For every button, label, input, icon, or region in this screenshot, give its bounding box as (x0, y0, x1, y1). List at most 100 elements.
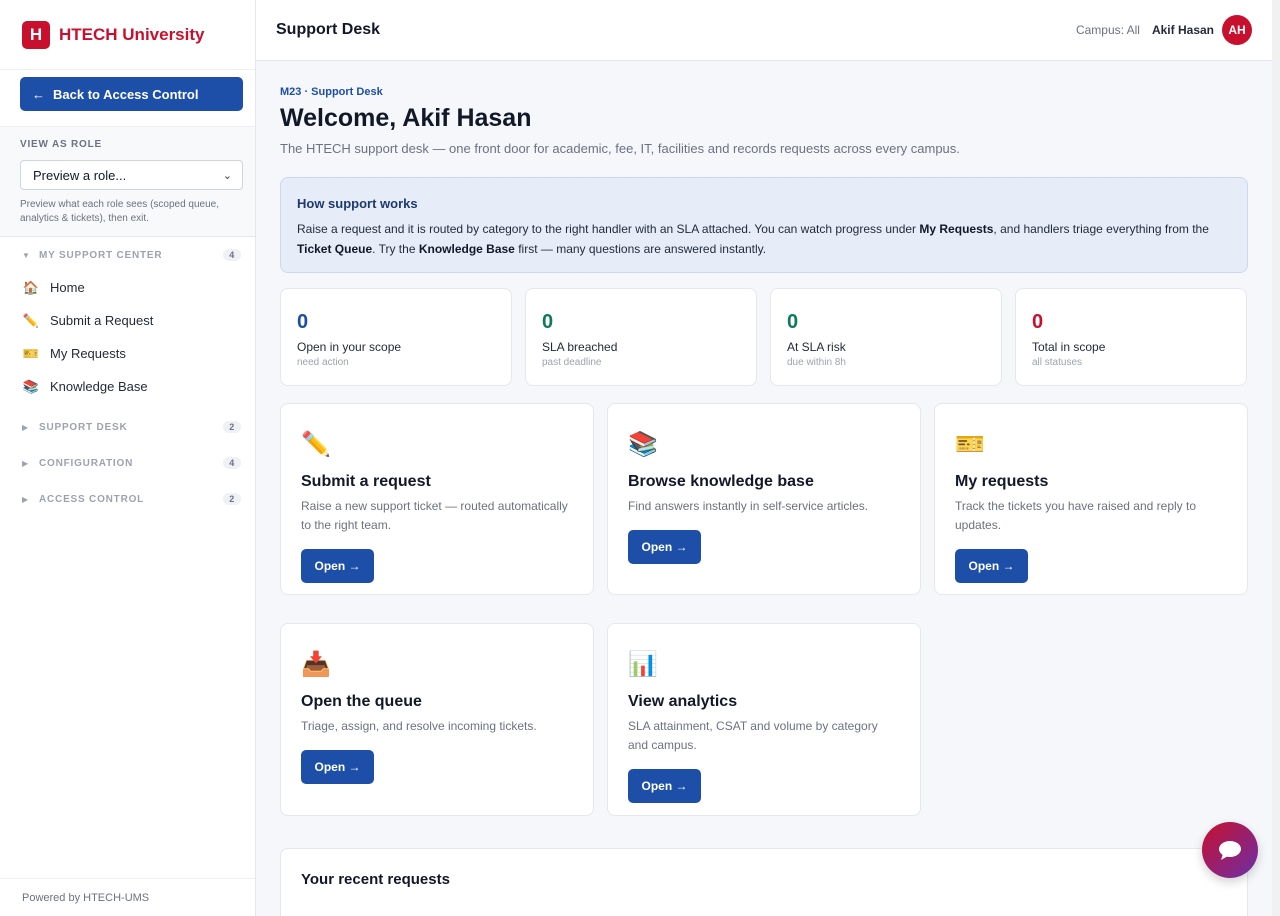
card-title: Browse knowledge base (628, 473, 814, 490)
card-desc: Triage, assign, and resolve incoming tic… (301, 719, 537, 733)
card-title: View analytics (628, 693, 738, 710)
nav-group-label: SUPPORT DESK (39, 421, 128, 433)
nav-group-support-desk[interactable]: ▶ SUPPORT DESK 2 (0, 409, 255, 445)
house-icon: 🏠 (22, 279, 40, 295)
welcome-subtitle: The HTECH support desk — one front door … (280, 141, 960, 156)
stat-label: Total in scope (1032, 340, 1106, 354)
nav-group-configuration[interactable]: ▶ CONFIGURATION 4 (0, 445, 255, 481)
info-bold-knowledge-base: Knowledge Base (418, 242, 515, 256)
ticket-icon: 🎫 (22, 345, 40, 361)
count-badge: 2 (223, 421, 241, 433)
stat-sub: all statuses (1032, 357, 1083, 368)
caret-right-icon: ▶ (22, 458, 29, 468)
card-knowledge-base: 📚 Browse knowledge base Find answers ins… (607, 403, 921, 595)
stat-card-sla-risk: 0 At SLA risk due within 8h (770, 288, 1002, 386)
sidebar-item-label: My Requests (50, 346, 126, 361)
sidebar-footer: Powered by HTECH-UMS (0, 878, 255, 916)
sidebar-item-label: Submit a Request (50, 313, 154, 328)
card-my-requests: 🎫 My requests Track the tickets you have… (934, 403, 1248, 595)
info-bold-my-requests: My Requests (919, 222, 994, 236)
stats-row: 0 Open in your scope need action 0 SLA b… (280, 288, 1248, 386)
brand-name: HTECH University (59, 24, 205, 44)
info-title: How support works (297, 196, 418, 211)
brand-logo: H (22, 20, 50, 49)
chat-bubble-icon (1219, 841, 1241, 860)
chat-button[interactable] (1202, 822, 1258, 878)
topbar: Support Desk Campus: All Akif Hasan AH (256, 0, 1272, 61)
avatar[interactable]: AH (1222, 15, 1252, 45)
open-button[interactable]: Open → (301, 549, 374, 583)
stat-label: At SLA risk (787, 340, 846, 354)
stat-value: 0 (1032, 311, 1044, 333)
info-text-part: Raise a request and it is routed by cate… (297, 222, 920, 236)
topbar-right: Campus: All Akif Hasan AH (1076, 15, 1252, 45)
books-icon: 📚 (628, 431, 658, 458)
stat-label: Open in your scope (297, 340, 402, 354)
card-title: Open the queue (301, 693, 422, 710)
how-support-works-panel: How support works Raise a request and it… (280, 177, 1248, 273)
stat-label: SLA breached (542, 340, 618, 354)
inbox-icon: 📥 (301, 651, 331, 678)
back-to-access-control-button[interactable]: ← Back to Access Control (20, 77, 243, 111)
sidebar-item-my-requests[interactable]: 🎫 My Requests (0, 337, 255, 370)
sidebar-item-submit-request[interactable]: ✏️ Submit a Request (0, 304, 255, 337)
role-select-value: Preview a role... (33, 167, 127, 183)
card-desc: SLA attainment, CSAT and volume by categ… (628, 719, 878, 752)
info-bold-ticket-queue: Ticket Queue (297, 242, 373, 256)
sidebar-item-label: Home (50, 280, 85, 295)
view-as-role-section: VIEW AS ROLE Preview a role... ⌄ Preview… (0, 126, 255, 237)
stat-card-total: 0 Total in scope all statuses (1015, 288, 1247, 386)
open-button[interactable]: Open → (955, 549, 1028, 583)
stat-value: 0 (542, 311, 554, 333)
sidebar-item-knowledge-base[interactable]: 📚 Knowledge Base (0, 370, 255, 403)
recent-requests-title: Your recent requests (301, 871, 450, 888)
count-badge: 4 (223, 249, 241, 261)
info-text-part: first — many questions are answered inst… (514, 242, 767, 256)
nav-group-access-control[interactable]: ▶ ACCESS CONTROL 2 (0, 481, 255, 517)
sidebar-item-home[interactable]: 🏠 Home (0, 271, 255, 304)
nav-group-label: MY SUPPORT CENTER (39, 249, 163, 261)
stat-sub: due within 8h (787, 357, 846, 368)
caret-down-icon: ▼ (22, 250, 31, 260)
page-title: Support Desk (276, 21, 381, 38)
pencil-icon: ✏️ (22, 312, 40, 328)
ticket-icon: 🎫 (955, 431, 985, 458)
back-wrap: ← Back to Access Control (0, 70, 255, 126)
caret-right-icon: ▶ (22, 494, 29, 504)
action-cards: ✏️ Submit a request Raise a new support … (280, 403, 1248, 816)
stat-card-open: 0 Open in your scope need action (280, 288, 512, 386)
role-select[interactable]: Preview a role... ⌄ (20, 160, 243, 190)
count-badge: 4 (223, 457, 241, 469)
breadcrumb: M23 · Support Desk (280, 86, 383, 98)
stat-sub: need action (297, 357, 349, 368)
nav-group-label: CONFIGURATION (39, 457, 134, 469)
sidebar-item-label: Knowledge Base (50, 379, 148, 394)
welcome-heading: Welcome, Akif Hasan (280, 104, 532, 132)
bar-chart-icon: 📊 (628, 651, 658, 678)
brand[interactable]: H HTECH University (0, 0, 255, 70)
scrollbar[interactable] (1272, 0, 1280, 916)
card-desc: Find answers instantly in self-service a… (628, 499, 869, 513)
nav-group-label: ACCESS CONTROL (39, 493, 145, 505)
card-open-queue: 📥 Open the queue Triage, assign, and res… (280, 623, 594, 816)
card-desc: Raise a new support ticket — routed auto… (301, 499, 568, 532)
info-text: Raise a request and it is routed by cate… (297, 219, 1231, 259)
info-text-part: . Try the (372, 242, 419, 256)
card-submit-request: ✏️ Submit a request Raise a new support … (280, 403, 594, 595)
user-name[interactable]: Akif Hasan (1152, 23, 1214, 37)
card-title: Submit a request (301, 473, 431, 490)
open-button[interactable]: Open → (628, 769, 701, 803)
role-help-text: Preview what each role sees (scoped queu… (20, 199, 220, 224)
campus-selector[interactable]: Campus: All (1076, 23, 1140, 37)
open-button[interactable]: Open → (301, 750, 374, 784)
view-as-role-title: VIEW AS ROLE (20, 139, 103, 150)
recent-requests-panel: Your recent requests (280, 848, 1248, 916)
pencil-icon: ✏️ (301, 431, 331, 458)
sidebar: H HTECH University ← Back to Access Cont… (0, 0, 256, 916)
stat-value: 0 (297, 311, 309, 333)
nav-group-my-support-center[interactable]: ▼ MY SUPPORT CENTER 4 (0, 239, 255, 271)
info-text-part: , and handlers triage everything from th… (993, 222, 1209, 236)
card-title: My requests (955, 473, 1049, 490)
card-desc: Track the tickets you have raised and re… (955, 499, 1197, 532)
open-button[interactable]: Open → (628, 530, 701, 564)
